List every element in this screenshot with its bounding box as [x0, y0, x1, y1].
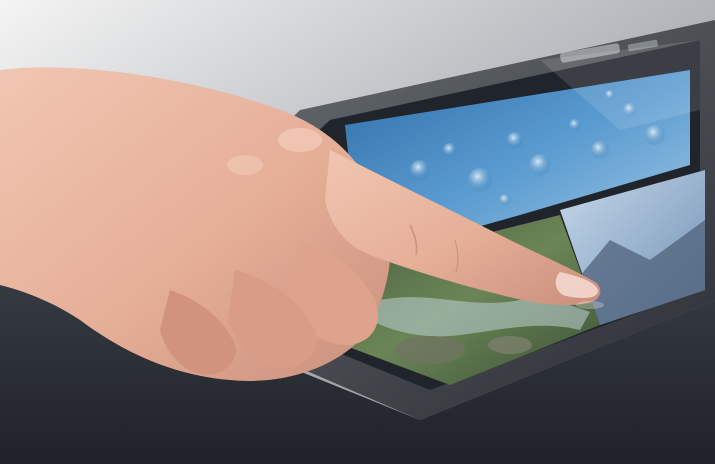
knuckle-highlight — [278, 128, 322, 152]
rock-shape — [395, 336, 465, 364]
photo — [0, 0, 715, 464]
photo-canvas — [0, 0, 715, 464]
rock-shape — [488, 336, 532, 354]
knuckle-highlight — [227, 155, 263, 175]
touch-point-highlight — [576, 301, 604, 309]
